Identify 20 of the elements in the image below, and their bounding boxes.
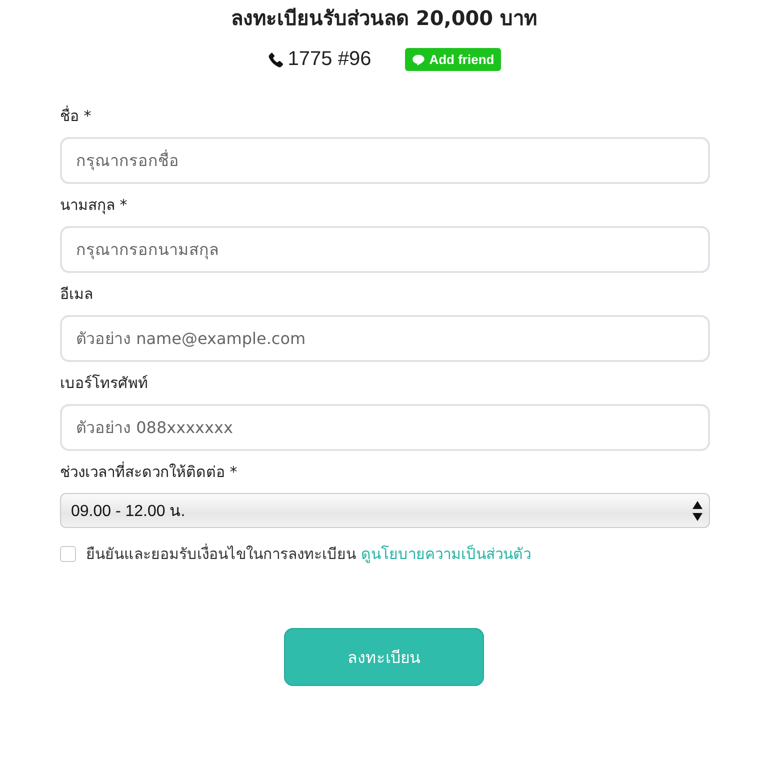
input-field[interactable]: ตัวอย่าง name@example.com [60, 315, 710, 362]
up-down-arrows-icon [692, 500, 703, 522]
time-select[interactable]: 09.00 - 12.00 น. [60, 493, 710, 528]
phone-icon [266, 50, 285, 68]
chat-bubble-icon [412, 54, 426, 66]
field-label: เบอร์โทรศัพท์ [60, 373, 149, 394]
input-field[interactable]: กรุณากรอกนามสกุล [60, 226, 710, 273]
consent-checkbox[interactable] [60, 546, 76, 562]
field-label: ชื่อ * [60, 105, 92, 127]
input-field[interactable]: กรุณากรอกชื่อ [60, 137, 710, 184]
privacy-policy-link[interactable]: ดูนโยบายความเป็นส่วนตัว [360, 545, 531, 563]
consent-text: ยืนยันและยอมรับเงื่อนไขในการลงทะเบียน ดูนโยบายความเป็นส่วนตัว [86, 542, 531, 565]
register-button[interactable]: ลงทะเบียน [284, 628, 484, 686]
field-label: ช่วงเวลาที่สะดวกให้ติดต่อ * [60, 461, 238, 483]
page-title: ลงทะเบียนรับส่วนลด 20,000 บาท [230, 5, 538, 32]
field-label: นามสกุล * [60, 195, 128, 216]
phone-number: 1775 #96 [288, 48, 372, 71]
field-label: อีเมล [60, 284, 94, 305]
add-friend-button[interactable]: Add friend [405, 48, 502, 71]
input-field[interactable]: ตัวอย่าง 088xxxxxxx [60, 404, 710, 451]
